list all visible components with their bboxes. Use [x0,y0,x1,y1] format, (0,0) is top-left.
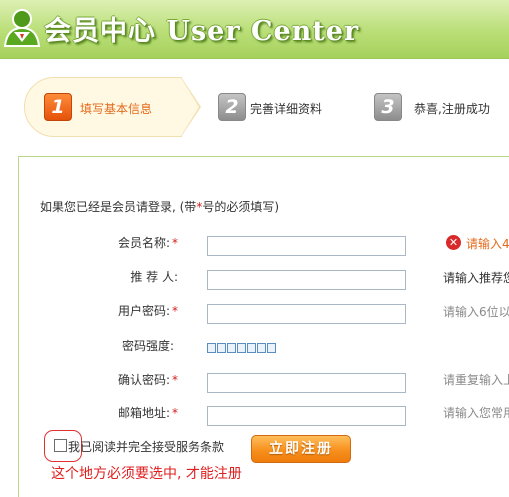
error-x-icon: ✕ [446,235,461,250]
member-name-label: 会员名称: * [117,236,178,250]
password-hint: 请输入6位以 [443,305,509,319]
referrer-hint: 请输入推荐您 [443,271,509,285]
referrer-input[interactable] [207,270,406,290]
password-strength-meter [207,343,276,353]
confirm-password-input[interactable] [207,373,406,393]
member-name-hint: 请输入4 [466,237,509,251]
member-name-input[interactable] [207,236,406,256]
email-label: 邮箱地址: * [117,406,178,420]
referrer-label: 推 荐 人: [130,270,178,284]
step-3-label: 恭喜,注册成功 [414,102,490,116]
form-intro-text: 如果您已经是会员请登录, (带*号的必须填写) [40,200,279,214]
email-input[interactable] [207,406,406,426]
confirm-password-hint: 请重复输入上 [443,373,509,387]
user-center-logo-icon [3,9,41,47]
register-submit-button[interactable]: 立即注册 [251,435,351,463]
step-2-label: 完善详细资料 [250,102,323,116]
page-title: 会员中心 User Center [44,16,360,47]
step-2-number-icon: 2 [218,93,246,121]
password-input[interactable] [207,304,406,324]
password-strength-label: 密码强度: [121,339,174,353]
step-1-number-icon: 1 [44,93,72,121]
header-banner: 会员中心 User Center [0,0,509,59]
step-indicator: 1 填写基本信息 2 完善详细资料 3 恭喜,注册成功 [0,66,509,146]
agree-terms-checkbox[interactable] [54,439,67,452]
confirm-password-label: 确认密码: * [117,373,178,387]
annotation-note: 这个地方必须要选中, 才能注册 [51,466,242,482]
step-1-label: 填写基本信息 [80,102,153,116]
agree-terms-label[interactable]: 我已阅读并完全接受服务条款 [68,438,224,455]
password-label: 用户密码: * [117,304,178,318]
step-3-number-icon: 3 [374,93,402,121]
email-hint: 请输入您常用 [443,406,509,420]
